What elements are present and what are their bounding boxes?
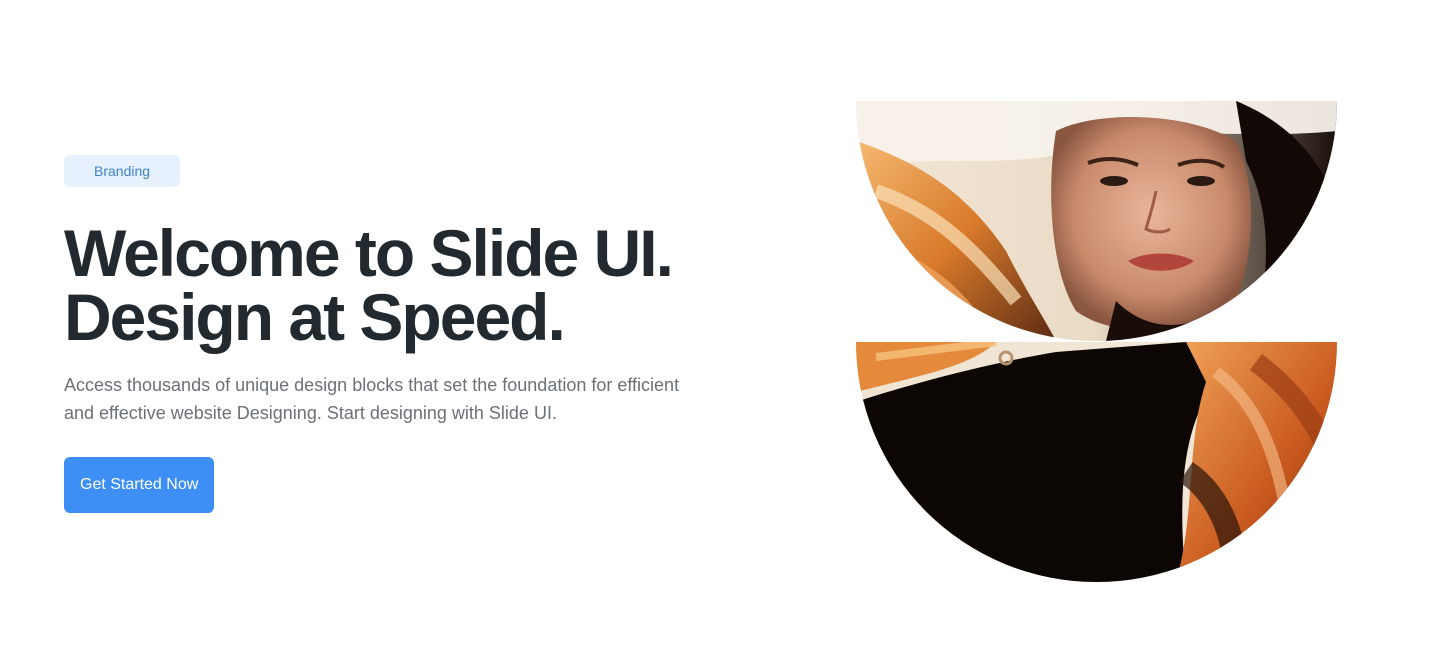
get-started-button[interactable]: Get Started Now	[64, 457, 215, 513]
hero-section: Branding Welcome to Slide UI. Design at …	[0, 0, 1440, 663]
hero-image-top-half	[856, 101, 1337, 341]
hero-image	[856, 101, 1337, 582]
hero-headline: Welcome to Slide UI. Design at Speed.	[64, 216, 764, 354]
headline-line-2: Design at Speed.	[64, 280, 566, 354]
headline-line-1: Welcome to Slide UI.	[64, 216, 674, 290]
portrait-body-image	[856, 342, 1337, 582]
hero-content: Branding Welcome to Slide UI. Design at …	[64, 155, 764, 513]
category-badge[interactable]: Branding	[64, 155, 181, 187]
hero-description: Access thousands of unique design blocks…	[64, 371, 754, 427]
description-line-1: Access thousands of unique design blocks…	[64, 375, 680, 395]
portrait-face-image	[856, 101, 1337, 341]
hero-image-bottom-half	[856, 342, 1337, 582]
description-line-2: and effective website Designing. Start d…	[64, 403, 557, 423]
